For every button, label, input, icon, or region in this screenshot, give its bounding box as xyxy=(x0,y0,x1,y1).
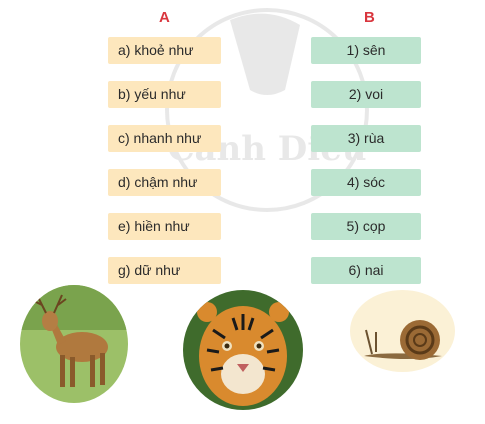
deer-photo xyxy=(20,285,128,403)
snail-photo xyxy=(350,290,455,372)
animal-card-2[interactable]: 2) voi xyxy=(311,81,421,108)
animal-card-1[interactable]: 1) sên xyxy=(311,37,421,64)
phrase-card-b[interactable]: b) yếu như xyxy=(108,81,221,108)
phrase-card-d[interactable]: d) chậm như xyxy=(108,169,221,196)
phrase-card-c[interactable]: c) nhanh như xyxy=(108,125,221,152)
phrase-card-g[interactable]: g) dữ như xyxy=(108,257,221,284)
animal-card-4[interactable]: 4) sóc xyxy=(311,169,421,196)
animal-card-3[interactable]: 3) rùa xyxy=(311,125,421,152)
exercise-page: Cánh Diều A B a) khoẻ như b) yếu như c) … xyxy=(0,0,485,424)
tiger-photo xyxy=(183,290,303,410)
animal-card-5[interactable]: 5) cọp xyxy=(311,213,421,240)
phrase-card-e[interactable]: e) hiền như xyxy=(108,213,221,240)
column-a-heading: A xyxy=(159,9,170,26)
phrase-card-a[interactable]: a) khoẻ như xyxy=(108,37,221,64)
column-b-heading: B xyxy=(364,9,375,26)
animal-card-6[interactable]: 6) nai xyxy=(311,257,421,284)
